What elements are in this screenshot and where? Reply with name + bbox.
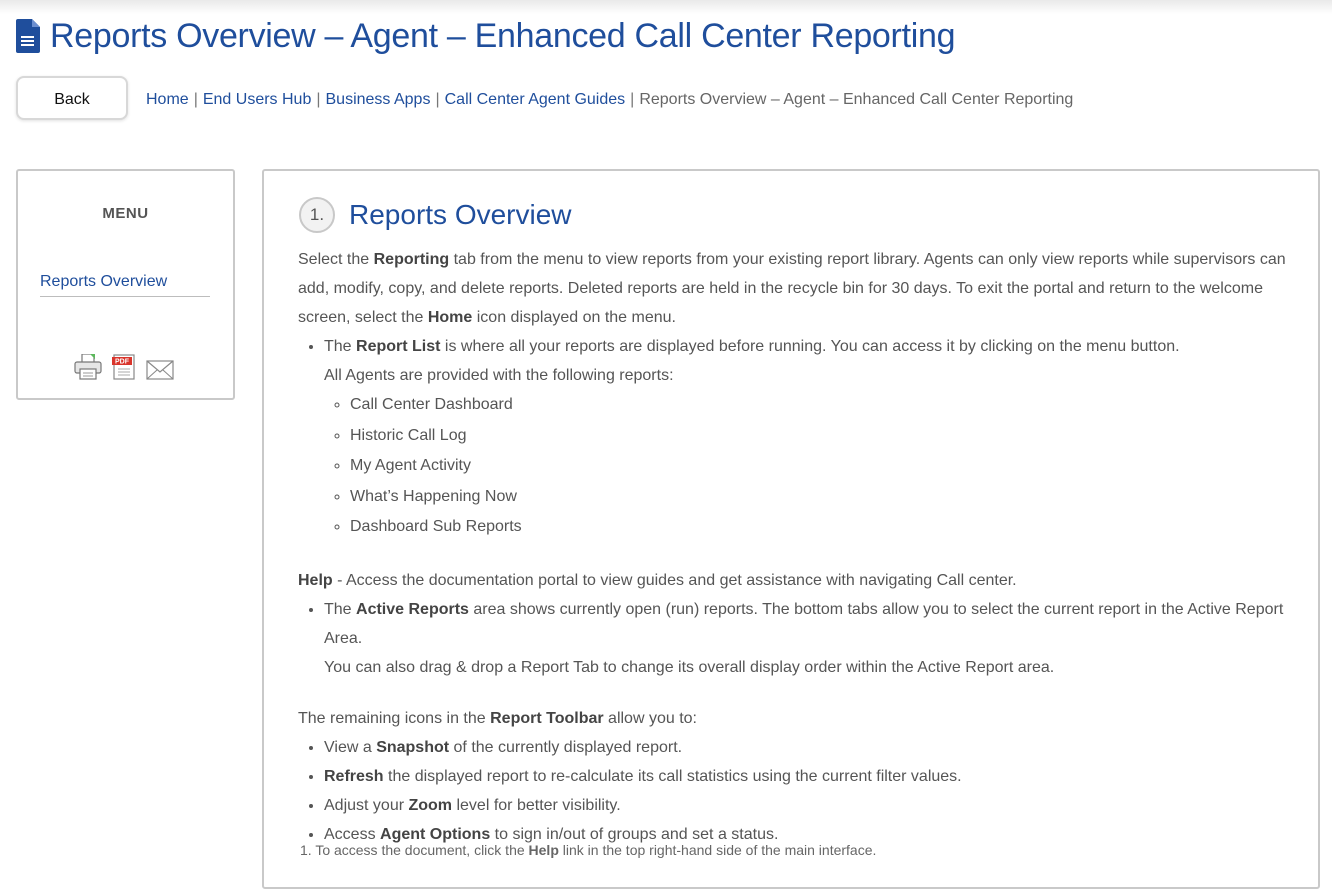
text: Access — [324, 825, 381, 843]
title-row: Reports Overview – Agent – Enhanced Call… — [16, 14, 955, 58]
text: icon displayed on the menu. — [472, 309, 676, 326]
text: - Access the documentation portal to vie… — [332, 571, 1017, 589]
agent-reports-list: Call Center Dashboard Historic Call Log … — [324, 390, 1288, 543]
help-paragraph: Help - Access the documentation portal t… — [298, 566, 1288, 595]
intro-paragraph: Select the Reporting tab from the menu t… — [298, 245, 1288, 332]
breadcrumb-separator: | — [630, 91, 635, 108]
print-icon[interactable] — [74, 353, 102, 385]
email-icon[interactable] — [146, 360, 174, 385]
breadcrumb-current: Reports Overview – Agent – Enhanced Call… — [639, 91, 1074, 108]
report-list-subtext: All Agents are provided with the followi… — [324, 367, 674, 384]
list-item: The Report List is where all your report… — [324, 332, 1288, 543]
text: Select the — [298, 251, 374, 268]
breadcrumb-separator: | — [316, 91, 321, 108]
breadcrumb: Home | End Users Hub | Business Apps | Call Ce… — [146, 89, 1073, 111]
step-number: 1. — [299, 197, 335, 233]
section-title: Reports Overview — [349, 199, 572, 230]
text: The — [324, 338, 357, 355]
text: to sign in/out of groups and set a statu… — [490, 825, 779, 843]
text: link in the top right-hand side of the m… — [558, 842, 877, 858]
breadcrumb-separator: | — [193, 91, 198, 108]
text: of the currently displayed report. — [449, 738, 683, 756]
text: The — [324, 600, 357, 618]
top-shade — [0, 0, 1332, 14]
active-reports-term: Active Reports — [356, 600, 469, 618]
help-term: Help — [298, 571, 333, 589]
list-item: Historic Call Log — [350, 421, 1288, 452]
zoom-term: Zoom — [408, 796, 453, 814]
step-heading: 1. Reports Overview — [299, 195, 572, 235]
content-panel: 1. Reports Overview Select the Reporting… — [262, 169, 1320, 889]
breadcrumb-home[interactable]: Home — [146, 91, 189, 108]
list-item: What’s Happening Now — [350, 482, 1288, 513]
pdf-icon[interactable]: PDF — [112, 354, 136, 385]
report-list-section: The Report List is where all your report… — [298, 332, 1288, 543]
toolbar-list: View a Snapshot of the currently display… — [298, 733, 1288, 849]
list-item: View a Snapshot of the currently display… — [324, 733, 1288, 762]
text: the displayed report to re-calculate its… — [383, 767, 962, 785]
breadcrumb-separator: | — [435, 91, 440, 108]
text: 1. To access the document, click the — [300, 842, 529, 858]
page-title: Reports Overview – Agent – Enhanced Call… — [50, 17, 956, 55]
document-icon — [16, 19, 40, 53]
list-item: Adjust your Zoom level for better visibi… — [324, 791, 1288, 820]
help-term: Help — [528, 842, 559, 858]
list-item: Refresh the displayed report to re-calcu… — [324, 762, 1288, 791]
text: Adjust your — [324, 796, 409, 814]
breadcrumb-business-apps[interactable]: Business Apps — [326, 91, 431, 108]
footnote: 1. To access the document, click the Hel… — [300, 842, 876, 858]
breadcrumb-call-center-agent-guides[interactable]: Call Center Agent Guides — [445, 91, 626, 108]
pdf-icon-label: PDF — [115, 359, 130, 366]
back-button[interactable]: Back — [16, 76, 128, 120]
text: View a — [324, 738, 377, 756]
snapshot-term: Snapshot — [376, 738, 450, 756]
active-reports-subtext: You can also drag & drop a Report Tab to… — [324, 658, 1055, 676]
list-item: The Active Reports area shows currently … — [324, 595, 1288, 682]
list-item: My Agent Activity — [350, 451, 1288, 482]
reporting-term: Reporting — [373, 251, 450, 268]
menu-link-reports-overview[interactable]: Reports Overview — [40, 273, 210, 297]
list-item: Call Center Dashboard — [350, 390, 1288, 421]
menu-panel: MENU Reports Overview PDF — [16, 169, 235, 400]
text: The remaining icons in the — [298, 709, 491, 727]
text: allow you to: — [603, 709, 697, 727]
refresh-term: Refresh — [324, 767, 384, 785]
toolbar-paragraph: The remaining icons in the Report Toolba… — [298, 704, 1288, 733]
report-list-term: Report List — [356, 338, 441, 355]
home-term: Home — [427, 309, 473, 326]
report-toolbar-term: Report Toolbar — [490, 709, 604, 727]
agent-options-term: Agent Options — [380, 825, 491, 843]
active-reports-section: The Active Reports area shows currently … — [298, 595, 1288, 682]
list-item: Dashboard Sub Reports — [350, 512, 1288, 543]
text: is where all your reports are displayed … — [440, 338, 1180, 355]
menu-title: MENU — [102, 205, 149, 222]
text: level for better visibility. — [452, 796, 621, 814]
share-icons: PDF — [74, 353, 174, 385]
content-body: Select the Reporting tab from the menu t… — [298, 245, 1288, 849]
breadcrumb-end-users-hub[interactable]: End Users Hub — [203, 91, 312, 108]
